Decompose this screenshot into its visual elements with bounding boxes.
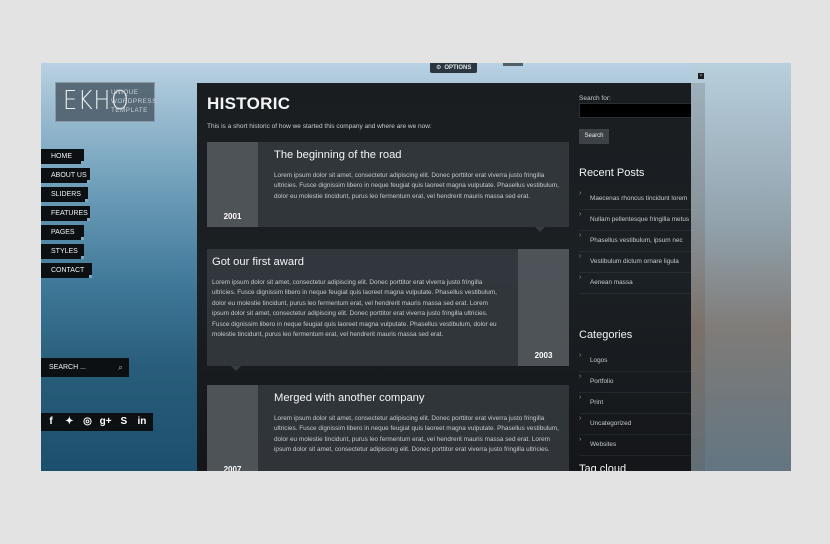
nav-features[interactable]: FEATURES [41, 206, 90, 221]
linkedin-icon[interactable]: in [135, 415, 149, 429]
category-link[interactable]: Uncategorized [579, 414, 699, 435]
year-column: 2003 [518, 249, 569, 366]
page-intro: This is a short historic of how we start… [207, 123, 432, 130]
recent-post-link[interactable]: Phasellus vestibulum, ipsum nec [579, 231, 699, 252]
entry-text: Lorem ipsum dolor sit amet, consectetur … [274, 172, 559, 200]
entry-title: Merged with another company [274, 392, 425, 404]
recent-post-link[interactable]: Nullam pellentesque fringilla metus [579, 210, 699, 231]
nav-home[interactable]: HOME [41, 149, 84, 164]
main-nav: HOME ABOUT US SLIDERS FEATURES PAGES STY… [41, 149, 92, 282]
entry-year: 2003 [534, 351, 553, 360]
page-title: HISTORIC [207, 94, 291, 113]
entry-year: 2007 [223, 465, 242, 471]
timeline-entry: 2003 Got our first award Lorem ipsum dol… [207, 249, 569, 371]
site-viewport: ⚙ OPTIONS × EKHO UNIQUE WORDPRESS TEMPLAT… [41, 63, 791, 471]
entry-text: Lorem ipsum dolor sit amet, consectetur … [212, 279, 497, 339]
category-link[interactable]: Websites [579, 435, 699, 456]
close-icon[interactable]: × [698, 73, 704, 79]
category-link[interactable]: Print [579, 393, 699, 414]
entry-year: 2001 [223, 212, 242, 221]
dribbble-icon[interactable]: ◎ [80, 415, 94, 429]
nav-about-us[interactable]: ABOUT US [41, 168, 90, 183]
nav-pages[interactable]: PAGES [41, 225, 84, 240]
facebook-icon[interactable]: f [44, 415, 58, 429]
entry-title: The beginning of the road [274, 149, 402, 161]
entry-pointer [535, 227, 545, 232]
social-bar: f ✦ ◎ g+ S in [41, 413, 153, 431]
google-plus-icon[interactable]: g+ [99, 415, 113, 429]
categories-list: Logos Portfolio Print Uncategorized Webs… [579, 351, 699, 456]
logo[interactable]: EKHO UNIQUE WORDPRESS TEMPLATE [55, 82, 157, 122]
timeline-entry: 2001 The beginning of the road Lorem ips… [207, 142, 569, 232]
recent-post-link[interactable]: Vestibulum dictum ornare ligula [579, 252, 699, 273]
top-tab[interactable] [503, 63, 523, 66]
entry-pointer [231, 366, 241, 371]
search-label: Search for: [579, 95, 611, 102]
year-column: 2007 [207, 385, 258, 471]
category-link[interactable]: Logos [579, 351, 699, 372]
nav-contact[interactable]: CONTACT [41, 263, 92, 278]
search-icon[interactable]: ⌕ [118, 358, 123, 377]
category-link[interactable]: Portfolio [579, 372, 699, 393]
recent-posts-list: Maecenas rhoncus tincidunt lorem Nullam … [579, 189, 699, 294]
left-search-input[interactable]: SEARCH ... ⌕ [41, 358, 129, 377]
tag-cloud-heading: Tag cloud [579, 463, 627, 471]
content-panel: HISTORIC This is a short historic of how… [197, 83, 705, 471]
skype-icon[interactable]: S [117, 415, 131, 429]
entry-text: Lorem ipsum dolor sit amet, consectetur … [274, 415, 559, 454]
entry-title: Got our first award [212, 256, 305, 268]
year-column: 2001 [207, 142, 258, 227]
gear-icon: ⚙ [436, 65, 442, 71]
recent-post-link[interactable]: Maecenas rhoncus tincidunt lorem [579, 189, 699, 210]
options-button[interactable]: ⚙ OPTIONS [430, 63, 478, 73]
logo-tagline: UNIQUE WORDPRESS TEMPLATE [111, 89, 157, 114]
sidebar-search-input[interactable] [579, 103, 693, 118]
categories-heading: Categories [579, 329, 633, 341]
nav-sliders[interactable]: SLIDERS [41, 187, 88, 202]
recent-posts-heading: Recent Posts [579, 167, 645, 179]
recent-post-link[interactable]: Aenean massa [579, 273, 699, 294]
timeline-entry: 2007 Merged with another company Lorem i… [207, 385, 569, 471]
sidebar-search-button[interactable]: Search [579, 129, 609, 144]
twitter-icon[interactable]: ✦ [62, 415, 76, 429]
nav-styles[interactable]: STYLES [41, 244, 84, 259]
